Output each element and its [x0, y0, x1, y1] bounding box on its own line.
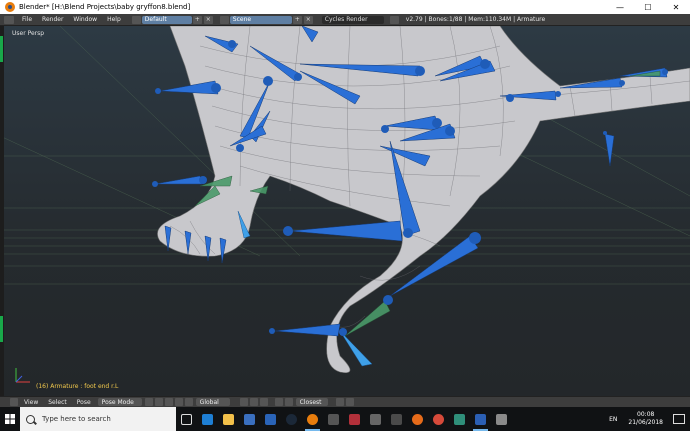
taskbar-app-7[interactable] — [323, 407, 344, 431]
taskbar-app-10[interactable] — [386, 407, 407, 431]
blender-info-icon — [389, 15, 399, 24]
chrome-icon — [433, 413, 444, 425]
render-engine-select[interactable]: Cycles Render — [321, 15, 384, 24]
start-button[interactable] — [0, 407, 20, 431]
mode-select[interactable]: Pose Mode — [97, 398, 142, 406]
clock-date: 21/06/2018 — [628, 419, 663, 426]
screen-layout-icon[interactable] — [131, 15, 141, 24]
app-icon — [349, 413, 360, 425]
viewport-status: (16) Armature : foot end r.L — [36, 383, 119, 390]
taskbar-calculator[interactable] — [365, 407, 386, 431]
mail-icon — [265, 413, 276, 425]
app-icon — [454, 413, 465, 425]
task-view-icon — [181, 413, 192, 425]
windows-taskbar: Type here to search EN 00:08 21/06/2018 — [0, 407, 690, 431]
maximize-button[interactable]: ☐ — [634, 0, 662, 14]
menu-pose[interactable]: Pose — [72, 399, 96, 406]
remove-scene-button[interactable]: × — [303, 15, 313, 24]
region-edge — [0, 26, 4, 396]
taskbar-clock[interactable]: 00:08 21/06/2018 — [623, 411, 668, 427]
shading-icon[interactable] — [144, 398, 153, 406]
menu-render[interactable]: Render — [37, 16, 68, 23]
editor-type-icon[interactable] — [4, 15, 14, 24]
steam-icon — [286, 413, 297, 425]
menu-help[interactable]: Help — [102, 16, 126, 23]
viewport-scene — [0, 26, 690, 373]
menu-view[interactable]: View — [19, 399, 43, 406]
snap-target-select[interactable]: Closest — [295, 398, 328, 406]
word-icon — [475, 413, 486, 425]
layer-icon-3[interactable] — [259, 398, 268, 406]
scene-field[interactable]: Scene — [229, 15, 292, 24]
render-preview-icon[interactable] — [335, 398, 344, 406]
gryffon-mesh — [157, 26, 690, 373]
rotate-icon[interactable] — [184, 398, 193, 406]
window-titlebar: Blender* [H:\Blend Projects\baby gryffon… — [0, 0, 690, 14]
manipulator-icon[interactable] — [164, 398, 173, 406]
app-icon — [391, 413, 402, 425]
3d-viewport[interactable]: User Persp (16) Armature : foot end r.L — [0, 26, 690, 396]
taskbar-chrome[interactable] — [428, 407, 449, 431]
calculator-icon — [370, 413, 381, 425]
scene-stats: v2.79 | Bones:1/88 | Mem:110.34M | Armat… — [405, 16, 546, 23]
search-placeholder: Type here to search — [42, 415, 111, 423]
properties-tab[interactable] — [0, 316, 3, 342]
taskbar-app-8[interactable] — [344, 407, 365, 431]
taskbar-steam[interactable] — [281, 407, 302, 431]
view-label: User Persp — [12, 30, 45, 37]
window-title: Blender* [H:\Blend Projects\baby gryffon… — [19, 3, 191, 11]
axis-gizmo-icon — [15, 368, 30, 383]
language-indicator[interactable]: EN — [603, 416, 623, 423]
pivot-icon[interactable] — [154, 398, 163, 406]
layer-icon-2[interactable] — [249, 398, 258, 406]
windows-logo-icon — [5, 414, 15, 424]
folder-icon — [223, 413, 234, 425]
proportional-edit-icon[interactable] — [274, 398, 283, 406]
edge-icon — [202, 413, 213, 425]
menu-file[interactable]: File — [17, 16, 37, 23]
taskbar-firefox[interactable] — [407, 407, 428, 431]
keyframe-icon[interactable] — [345, 398, 354, 406]
taskbar-app-15[interactable] — [491, 407, 512, 431]
add-screen-button[interactable]: + — [192, 15, 202, 24]
scene-icon[interactable] — [219, 15, 229, 24]
task-view-button[interactable] — [176, 407, 197, 431]
taskbar-blender[interactable] — [302, 407, 323, 431]
taskbar-store[interactable] — [239, 407, 260, 431]
close-button[interactable]: ✕ — [662, 0, 690, 14]
layer-icon[interactable] — [239, 398, 248, 406]
blender-logo-icon — [5, 2, 15, 12]
view3d-header: View Select Pose Pose Mode Global Closes… — [0, 396, 690, 407]
taskbar-edge[interactable] — [197, 407, 218, 431]
taskbar-explorer[interactable] — [218, 407, 239, 431]
taskbar-search-box[interactable]: Type here to search — [20, 407, 176, 431]
remove-screen-button[interactable]: × — [203, 15, 213, 24]
system-tray: EN 00:08 21/06/2018 — [603, 407, 690, 431]
blender-icon — [307, 413, 318, 425]
notifications-icon[interactable] — [673, 414, 685, 424]
menu-select[interactable]: Select — [43, 399, 72, 406]
firefox-icon — [412, 413, 423, 425]
tool-shelf-tab[interactable] — [0, 36, 3, 62]
orientation-select[interactable]: Global — [195, 398, 230, 406]
add-scene-button[interactable]: + — [292, 15, 302, 24]
info-header: File Render Window Help Default + × Scen… — [0, 14, 690, 26]
snap-icon[interactable] — [284, 398, 293, 406]
taskbar-app-13[interactable] — [449, 407, 470, 431]
taskbar-mail[interactable] — [260, 407, 281, 431]
menu-window[interactable]: Window — [68, 16, 102, 23]
taskbar-word[interactable] — [470, 407, 491, 431]
minimize-button[interactable]: — — [606, 0, 634, 14]
search-icon — [26, 414, 35, 424]
clock-time: 00:08 — [637, 411, 655, 418]
screen-layout-field[interactable]: Default — [141, 15, 192, 24]
view-editor-type-icon[interactable] — [10, 398, 18, 406]
store-icon — [244, 413, 255, 425]
app-icon — [328, 413, 339, 425]
app-icon — [496, 413, 507, 425]
translate-icon[interactable] — [174, 398, 183, 406]
